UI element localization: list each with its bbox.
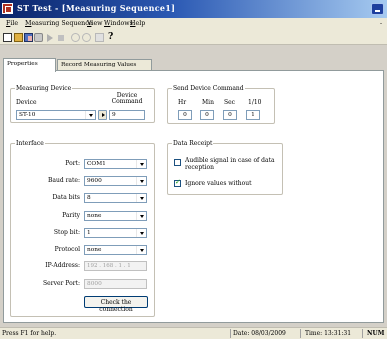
stop-icon[interactable] xyxy=(58,35,64,41)
measuring-device-title: Measuring Device xyxy=(15,85,73,92)
audible-signal-checkbox[interactable] xyxy=(174,159,181,166)
status-bar: Press F1 for help. Date: 08/03/2009 Time… xyxy=(0,327,387,339)
stop-bit-label: Stop bit: xyxy=(53,229,80,236)
copy-icon[interactable] xyxy=(24,33,33,42)
audible-signal-label: Audible signal in case of data reception xyxy=(185,157,275,171)
menu-file-label: ile xyxy=(10,20,19,27)
stop-bit-select[interactable]: 1 xyxy=(84,228,147,238)
status-date: Date: 08/03/2009 xyxy=(233,330,286,337)
baud-rate-select[interactable]: 9600 xyxy=(84,176,147,186)
status-num: NUM xyxy=(367,330,385,337)
print-icon[interactable] xyxy=(34,33,43,42)
device-label: Device xyxy=(16,99,37,106)
min-label: Min xyxy=(202,99,214,106)
circle-icon[interactable] xyxy=(82,33,91,42)
device-command-input[interactable]: 9 xyxy=(109,110,145,120)
status-time: Time: 13:31:31 xyxy=(305,330,352,337)
app-icon[interactable] xyxy=(2,3,13,14)
minimize-button[interactable] xyxy=(371,3,384,15)
port-label: Port: xyxy=(65,160,80,167)
play-icon[interactable] xyxy=(47,34,53,42)
document-icon[interactable] xyxy=(95,33,104,42)
sec-label: Sec xyxy=(224,99,236,106)
status-help-text: Press F1 for help. xyxy=(2,330,57,337)
protocol-label: Protocol xyxy=(54,246,80,253)
chevron-down-icon[interactable] xyxy=(136,194,146,202)
data-bits-select[interactable]: 8 xyxy=(84,193,147,203)
menu-measuring-sequence[interactable]: Measuring Sequence xyxy=(25,20,93,27)
help-icon[interactable]: ? xyxy=(108,32,113,42)
sec-input[interactable]: 0 xyxy=(223,110,237,120)
ignore-values-label: Ignore values without xyxy=(185,180,252,187)
data-receipt-group: Data Receipt Audible signal in case of d… xyxy=(167,140,283,195)
data-receipt-title: Data Receipt xyxy=(172,140,214,147)
check-connection-button[interactable]: Check the connection xyxy=(84,296,148,313)
new-icon[interactable] xyxy=(3,33,12,42)
send-command-title: Send Device Command xyxy=(172,85,245,92)
title-bar[interactable]: ST Test - [Measuring Sequence1] xyxy=(0,0,387,18)
baud-rate-label: Baud rate: xyxy=(47,177,80,184)
circle-icon[interactable] xyxy=(71,33,80,42)
open-icon[interactable] xyxy=(14,33,23,42)
server-port-label: Server Port: xyxy=(43,280,80,287)
menu-overflow-arrow[interactable]: - xyxy=(380,20,382,27)
ip-address-input[interactable]: 192 . 168 . 1 . 1 xyxy=(84,261,147,271)
chevron-down-icon[interactable] xyxy=(85,111,95,119)
parity-label: Parity xyxy=(62,212,80,219)
protocol-select[interactable]: none xyxy=(84,245,147,255)
data-bits-label: Data bits xyxy=(52,194,80,201)
properties-panel: Measuring Device Device Device Command S… xyxy=(3,70,384,323)
tenth-label: 1/10 xyxy=(248,99,262,106)
interface-title: Interface xyxy=(15,140,45,147)
chevron-down-icon[interactable] xyxy=(136,177,146,185)
tenth-input[interactable]: 1 xyxy=(246,110,260,120)
device-select[interactable]: ST-10 xyxy=(16,110,96,120)
tab-properties[interactable]: Properties xyxy=(3,58,56,72)
measuring-device-group: Measuring Device Device Device Command S… xyxy=(10,85,155,123)
chevron-down-icon[interactable] xyxy=(136,212,146,220)
ignore-values-checkbox[interactable] xyxy=(174,178,181,187)
server-port-input[interactable]: 8000 xyxy=(84,279,147,289)
chevron-down-icon[interactable] xyxy=(136,160,146,168)
menu-help[interactable]: Help xyxy=(130,20,145,27)
device-arrow-button[interactable] xyxy=(98,110,107,120)
port-select[interactable]: COM1 xyxy=(84,159,147,169)
menu-file[interactable]: File xyxy=(6,20,18,27)
min-input[interactable]: 0 xyxy=(200,110,214,120)
menu-bar: File Measuring Sequence View Windows Hel… xyxy=(0,18,387,31)
toolbar: ? xyxy=(0,31,387,45)
menu-windows[interactable]: Windows xyxy=(104,20,133,27)
hr-input[interactable]: 0 xyxy=(178,110,192,120)
send-command-group: Send Device Command Hr Min Sec 1/10 0 0 … xyxy=(167,85,275,124)
window-title: ST Test - [Measuring Sequence1] xyxy=(17,3,176,13)
chevron-down-icon[interactable] xyxy=(136,229,146,237)
hr-label: Hr xyxy=(178,99,187,106)
ip-address-label: IP-Address: xyxy=(45,262,80,269)
parity-select[interactable]: none xyxy=(84,211,147,221)
interface-group: Interface Port: COM1 Baud rate: 9600 Dat… xyxy=(10,140,155,317)
menu-view[interactable]: View xyxy=(87,20,103,27)
chevron-down-icon[interactable] xyxy=(136,246,146,254)
device-command-label: Device Command xyxy=(111,92,143,105)
